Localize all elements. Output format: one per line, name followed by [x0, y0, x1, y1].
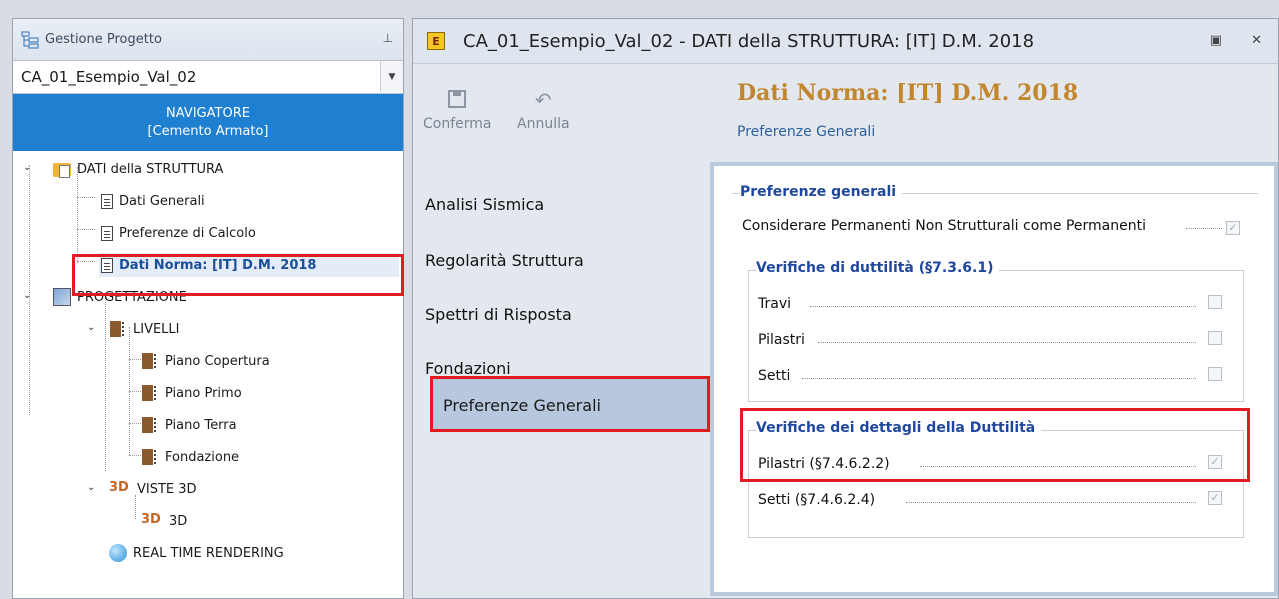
project-manager-title: Gestione Progetto: [45, 32, 162, 47]
project-tree-icon: [21, 31, 39, 49]
design-icon: [53, 288, 71, 306]
close-icon[interactable]: ✕: [1251, 33, 1262, 48]
group-verifiche-dettagli-duttilita: [748, 430, 1244, 538]
tree-node-label: Dati Generali: [119, 193, 205, 209]
tree-node-label: Piano Primo: [165, 385, 242, 401]
navigator-title: NAVIGATORE: [166, 105, 250, 121]
confirm-button[interactable]: Conferma: [423, 88, 491, 132]
nav-analisi-sismica[interactable]: Analisi Sismica: [425, 184, 544, 224]
tree-node-label: Dati Norma: [IT] D.M. 2018: [119, 257, 317, 273]
option-pilastri-dettagli-label: Pilastri (§7.4.6.2.2): [758, 456, 890, 472]
page-title: Dati Norma: [IT] D.M. 2018: [737, 80, 1079, 106]
option-travi-label: Travi: [758, 296, 792, 312]
tree-node-piano-primo[interactable]: Piano Primo: [141, 381, 242, 405]
tree-node-dati-generali[interactable]: Dati Generali: [99, 189, 205, 213]
tree-node-piano-copertura[interactable]: Piano Copertura: [141, 349, 270, 373]
tree-node-3d[interactable]: 3D 3D: [141, 509, 187, 533]
chevron-down-icon[interactable]: ⌄: [23, 162, 31, 173]
option-setti-label: Setti: [758, 368, 791, 384]
checkbox-setti-dettagli[interactable]: ✓: [1208, 491, 1222, 505]
project-tree: ⌄ DATI della STRUTTURA Dati Generali Pre…: [13, 151, 403, 562]
document-icon: [101, 225, 113, 241]
tree-node-preferenze-calcolo[interactable]: Preferenze di Calcolo: [99, 221, 256, 245]
tree-node-label: VISTE 3D: [137, 481, 197, 497]
level-icon: [141, 384, 159, 402]
checkbox-setti[interactable]: [1208, 367, 1222, 381]
tree-node-label: REAL TIME RENDERING: [133, 545, 284, 561]
level-icon: [141, 416, 159, 434]
structure-data-window: E CA_01_Esempio_Val_02 - DATI della STRU…: [412, 18, 1279, 599]
level-icon: [141, 352, 159, 370]
view-3d-icon: 3D: [109, 480, 129, 495]
document-icon: [101, 257, 113, 273]
tree-node-label: Preferenze di Calcolo: [119, 225, 256, 241]
tree-node-label: Piano Terra: [165, 417, 237, 433]
tree-node-label: Fondazione: [165, 449, 240, 465]
navigator-banner: NAVIGATORE [Cemento Armato]: [13, 94, 403, 151]
chevron-down-icon[interactable]: ⌄: [87, 482, 95, 493]
document-icon: [101, 193, 113, 209]
nav-regolarita-struttura[interactable]: Regolarità Struttura: [425, 240, 584, 280]
checkbox-pilastri-dettagli[interactable]: ✓: [1208, 455, 1222, 469]
checkbox-permanenti[interactable]: ✓: [1226, 221, 1240, 235]
level-icon: [141, 448, 159, 466]
cancel-label: Annulla: [517, 116, 570, 132]
navigator-subtitle: [Cemento Armato]: [147, 123, 269, 139]
tree-node-dati-struttura[interactable]: DATI della STRUTTURA: [53, 157, 223, 181]
preferences-panel: Preferenze generali Considerare Permanen…: [710, 162, 1278, 596]
option-permanenti-label: Considerare Permanenti Non Strutturali c…: [742, 218, 1146, 234]
window-content: Conferma ↶ Annulla Dati Norma: [IT] D.M.…: [413, 64, 1278, 598]
tree-node-fondazione[interactable]: Fondazione: [141, 445, 239, 469]
checkbox-travi[interactable]: [1208, 295, 1222, 309]
tree-node-progettazione[interactable]: PROGETTAZIONE: [53, 285, 187, 309]
tree-node-viste-3d[interactable]: 3D VISTE 3D: [109, 477, 197, 501]
tree-node-dati-norma[interactable]: Dati Norma: [IT] D.M. 2018: [99, 253, 399, 277]
toolbar: Conferma ↶ Annulla: [413, 64, 583, 154]
group-title-verifiche-duttilita: Verifiche di duttilità (§7.3.6.1): [756, 260, 1000, 276]
window-titlebar: E CA_01_Esempio_Val_02 - DATI della STRU…: [413, 19, 1278, 64]
project-manager-header: Gestione Progetto ⊥: [13, 19, 403, 61]
page-subtitle: Preferenze Generali: [737, 124, 876, 140]
project-select-value: CA_01_Esempio_Val_02: [21, 68, 197, 86]
view-3d-icon: 3D: [141, 512, 161, 527]
globe-icon: [109, 544, 127, 562]
chevron-down-icon[interactable]: ⌄: [23, 290, 31, 301]
window-title: CA_01_Esempio_Val_02 - DATI della STRUTT…: [463, 30, 1035, 52]
folder-icon: [53, 163, 71, 178]
tree-node-livelli[interactable]: LIVELLI: [109, 317, 180, 341]
tree-node-label: LIVELLI: [133, 321, 180, 337]
restore-icon[interactable]: ▣: [1210, 33, 1222, 48]
undo-icon: ↶: [534, 88, 552, 112]
app-icon: E: [427, 32, 445, 50]
nav-spettri-risposta[interactable]: Spettri di Risposta: [425, 294, 572, 334]
tree-node-real-time-rendering[interactable]: REAL TIME RENDERING: [109, 541, 284, 565]
pin-icon[interactable]: ⊥: [383, 31, 393, 45]
chevron-down-icon[interactable]: ⌄: [87, 322, 95, 333]
confirm-label: Conferma: [423, 116, 492, 132]
option-pilastri-label: Pilastri: [758, 332, 805, 348]
project-select[interactable]: CA_01_Esempio_Val_02 ▼: [13, 61, 403, 94]
level-icon: [109, 320, 127, 338]
tree-node-piano-terra[interactable]: Piano Terra: [141, 413, 237, 437]
group-verifiche-duttilita: [748, 270, 1244, 402]
tree-node-label: PROGETTAZIONE: [77, 289, 187, 305]
checkbox-pilastri[interactable]: [1208, 331, 1222, 345]
tree-node-label: 3D: [169, 513, 188, 529]
cancel-button[interactable]: ↶ Annulla: [517, 88, 570, 132]
project-manager-panel: Gestione Progetto ⊥ CA_01_Esempio_Val_02…: [12, 18, 404, 599]
group-title-preferenze-generali: Preferenze generali: [740, 184, 903, 200]
group-title-verifiche-dettagli: Verifiche dei dettagli della Duttilità: [756, 420, 1042, 436]
nav-preferenze-generali[interactable]: Preferenze Generali: [431, 378, 709, 432]
save-icon: [423, 88, 491, 116]
tree-node-label: DATI della STRUTTURA: [77, 161, 224, 177]
option-setti-dettagli-label: Setti (§7.4.6.2.4): [758, 492, 876, 508]
chevron-down-icon[interactable]: ▼: [380, 61, 403, 92]
tree-node-label: Piano Copertura: [165, 353, 270, 369]
